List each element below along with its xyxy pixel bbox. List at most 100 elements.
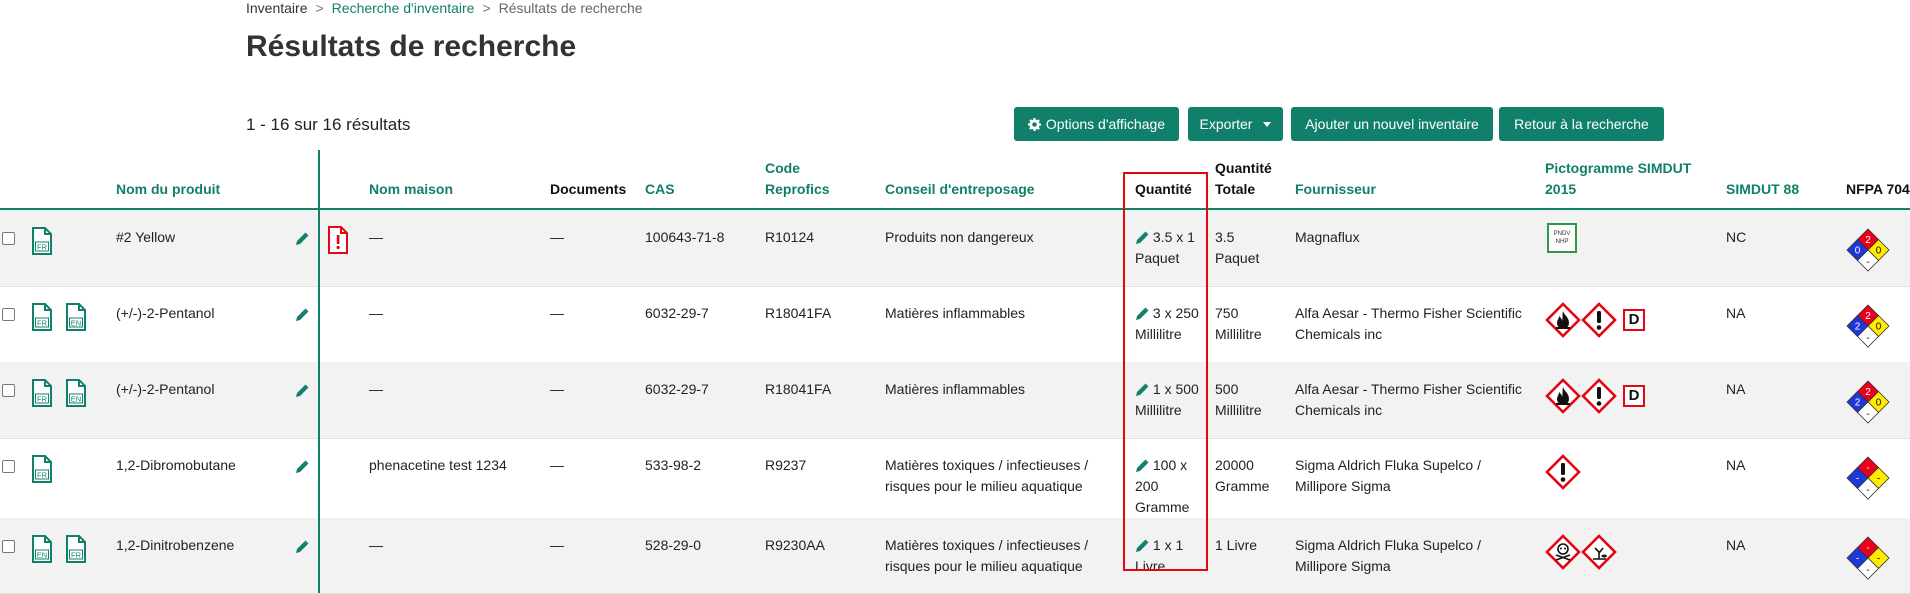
edit-product-button[interactable]: [295, 306, 309, 324]
document-link[interactable]: FR: [31, 227, 53, 260]
svg-text:-: -: [1866, 257, 1869, 268]
column-header-nfpa: NFPA 704: [1846, 181, 1910, 197]
breadcrumb-search[interactable]: Recherche d'inventaire: [332, 0, 475, 16]
cas-number: 100643-71-8: [645, 227, 724, 248]
display-options-button[interactable]: Options d'affichage: [1014, 107, 1179, 141]
house-name-line: —: [369, 381, 383, 397]
product-name-line: (+/-)-2-Pentanol: [116, 305, 215, 321]
reprofics-code-line: R9230AA: [765, 537, 825, 553]
storage-advice-line: risques pour le milieu aquatique: [885, 478, 1083, 494]
edit-product-button[interactable]: [295, 230, 309, 248]
document-en-icon[interactable]: EN: [65, 379, 87, 407]
simdut88-value-line: NA: [1726, 457, 1746, 473]
display-options-label: Options d'affichage: [1045, 116, 1166, 132]
simdut88-value: NA: [1726, 303, 1745, 324]
storage-advice-line: Matières inflammables: [885, 381, 1026, 397]
document-link[interactable]: EN: [65, 303, 87, 336]
svg-text:2: 2: [1855, 322, 1861, 333]
simdut88-value-line: NA: [1726, 537, 1746, 553]
svg-text:-: -: [1877, 474, 1880, 485]
product-name: (+/-)-2-Pentanol: [116, 379, 214, 400]
svg-text:0: 0: [1876, 322, 1882, 333]
export-button[interactable]: Exporter: [1188, 107, 1283, 141]
breadcrumb-home[interactable]: Inventaire: [246, 0, 307, 16]
svg-text:FR: FR: [37, 243, 48, 252]
breadcrumb-separator: >: [482, 0, 491, 16]
total-quantity: 3.5 Paquet: [1215, 227, 1259, 269]
edit-product-button[interactable]: [295, 382, 309, 400]
document-en-icon[interactable]: EN: [31, 535, 53, 563]
reprofics-code: R9237: [765, 455, 806, 476]
document-link[interactable]: EN: [65, 379, 87, 412]
table-row: FR #2 Yellow — — 100643-71-8 R10124 Produits n…: [0, 210, 1910, 287]
sds-warning-icon[interactable]: [327, 226, 349, 254]
svg-text:2: 2: [1865, 311, 1871, 322]
simdut88-value: NA: [1726, 379, 1745, 400]
column-header-pictogram[interactable]: Pictogramme SIMDUT 2015: [1545, 158, 1691, 200]
column-header-cas[interactable]: CAS: [645, 179, 675, 200]
svg-text:-: -: [1856, 554, 1859, 565]
document-fr-icon[interactable]: FR: [65, 535, 87, 563]
document-en-icon[interactable]: EN: [65, 303, 87, 331]
row-select-checkbox[interactable]: [2, 540, 15, 553]
column-header-simdut88[interactable]: SIMDUT 88: [1726, 179, 1799, 200]
row-select-checkbox[interactable]: [2, 308, 15, 321]
row-select-checkbox[interactable]: [2, 460, 15, 473]
column-header-code-line: Reprofics: [765, 181, 830, 197]
storage-advice-line: Matières inflammables: [885, 305, 1026, 321]
document-fr-icon[interactable]: FR: [31, 227, 53, 255]
house-name-line: —: [369, 229, 383, 245]
svg-text:EN: EN: [71, 395, 81, 404]
column-header-supplier[interactable]: Fournisseur: [1295, 179, 1376, 200]
svg-text:EN: EN: [37, 551, 47, 560]
edit-product-button[interactable]: [295, 458, 309, 476]
results-count: 1 - 16 sur 16 résultats: [246, 115, 411, 134]
product-name-line: 1,2-Dinitrobenzene: [116, 537, 235, 553]
back-to-search-button[interactable]: Retour à la recherche: [1499, 107, 1664, 141]
edit-pencil-icon[interactable]: [295, 232, 309, 246]
column-header-documents: Documents: [550, 181, 627, 197]
edit-pencil-icon[interactable]: [295, 308, 309, 322]
document-fr-icon[interactable]: FR: [31, 455, 53, 483]
supplier-name-line: Millipore Sigma: [1295, 478, 1391, 494]
add-inventory-button[interactable]: Ajouter un nouvel inventaire: [1291, 107, 1493, 141]
product-name: (+/-)-2-Pentanol: [116, 303, 214, 324]
simdut-class-d-icon: D: [1623, 385, 1645, 407]
cas-number: 6032-29-7: [645, 379, 709, 400]
simdut88-value: NA: [1726, 455, 1745, 476]
reprofics-code-line: R18041FA: [765, 381, 832, 397]
nfpa-cell: 220-: [1846, 380, 1890, 429]
row-select-checkbox[interactable]: [2, 232, 15, 245]
edit-pencil-icon[interactable]: [295, 460, 309, 474]
storage-advice: Matières toxiques / infectieuses / risque…: [885, 455, 1088, 497]
add-inventory-label: Ajouter un nouvel inventaire: [1305, 116, 1479, 132]
edit-product-button[interactable]: [295, 538, 309, 556]
pndv-text: NHP: [1555, 239, 1569, 245]
document-link[interactable]: EN: [31, 535, 53, 568]
row-select-checkbox[interactable]: [2, 384, 15, 397]
document-fr-icon[interactable]: FR: [31, 379, 53, 407]
document-link[interactable]: FR: [65, 535, 87, 568]
document-link[interactable]: FR: [31, 379, 53, 412]
column-header-house-name[interactable]: Nom maison: [369, 179, 453, 200]
total-quantity: 1 Livre: [1215, 535, 1257, 556]
document-link[interactable]: FR: [31, 303, 53, 336]
documents-value-line: —: [550, 457, 564, 473]
reprofics-code-line: R10124: [765, 229, 815, 245]
back-to-search-label: Retour à la recherche: [1514, 116, 1649, 132]
cas-number-line: 6032-29-7: [645, 381, 709, 397]
breadcrumb-current: Résultats de recherche: [498, 0, 643, 16]
simdut88-value: NA: [1726, 535, 1745, 556]
svg-text:FR: FR: [37, 395, 48, 404]
document-fr-icon[interactable]: FR: [31, 303, 53, 331]
column-header-product-name[interactable]: Nom du produit: [116, 179, 220, 200]
column-header-storage[interactable]: Conseil d'entreposage: [885, 179, 1035, 200]
documents-value: —: [550, 303, 564, 324]
edit-pencil-icon[interactable]: [295, 540, 309, 554]
edit-pencil-icon[interactable]: [295, 384, 309, 398]
house-name-line: —: [369, 305, 383, 321]
document-link[interactable]: FR: [31, 455, 53, 488]
house-name-line: phenacetine test 1234: [369, 457, 507, 473]
cas-number: 528-29-0: [645, 535, 701, 556]
column-header-code[interactable]: Code Reprofics: [765, 158, 830, 200]
